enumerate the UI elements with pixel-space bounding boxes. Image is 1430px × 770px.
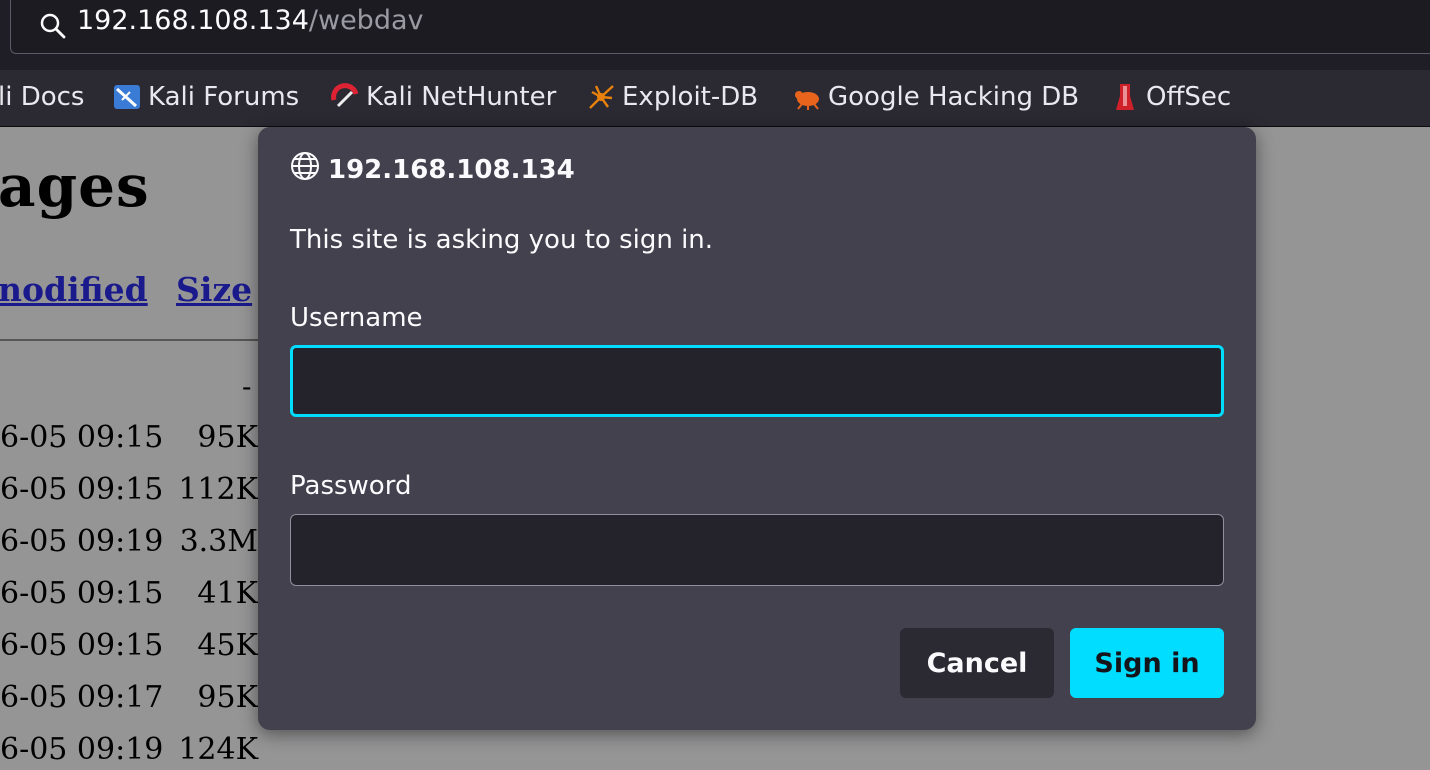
bookmark-kali-forums[interactable]: Kali Forums [112, 79, 299, 115]
bookmark-label: li Docs [0, 82, 85, 112]
bookmark-label: Kali NetHunter [366, 82, 557, 112]
column-size-link[interactable]: Size [176, 270, 252, 309]
url-path: /webdav [308, 5, 424, 36]
offsec-icon [1110, 82, 1140, 112]
kali-nethunter-icon [330, 82, 360, 112]
column-last-modified-link[interactable]: nodified [0, 270, 148, 309]
bookmarks-toolbar: li Docs Kali Forums Kali NetHunter Explo… [0, 70, 1430, 127]
dialog-host: 192.168.108.134 [290, 151, 575, 188]
table-row: 6-05 09:19 124K [0, 732, 258, 767]
row-date: 6-05 09:15 [0, 472, 164, 507]
row-date: 6-05 09:17 [0, 680, 164, 715]
table-row: 6-05 09:15 41K [0, 576, 258, 611]
url-host: 192.168.108.134 [77, 5, 309, 36]
cancel-button[interactable]: Cancel [900, 628, 1054, 698]
row-size: 45K [197, 628, 258, 663]
address-bar[interactable]: 192.168.108.134/webdav [10, 0, 1430, 54]
bookmark-offsec[interactable]: OffSec [1110, 79, 1231, 115]
dialog-message: This site is asking you to sign in. [290, 225, 714, 255]
row-size: 41K [197, 576, 258, 611]
table-row: 6-05 09:15 45K [0, 628, 258, 663]
table-row: 6-05 09:17 95K [0, 680, 258, 715]
page-heading: ages [0, 152, 150, 220]
search-icon [39, 12, 67, 44]
row-date: 6-05 09:15 [0, 420, 164, 455]
username-field[interactable] [290, 345, 1224, 417]
url-text[interactable]: 192.168.108.134/webdav [77, 5, 423, 36]
row-size: 95K [197, 680, 258, 715]
exploit-db-icon [586, 82, 616, 112]
row-date: 6-05 09:15 [0, 628, 164, 663]
parent-dir-size: - [242, 370, 252, 403]
bookmark-kali-docs[interactable]: li Docs [0, 79, 84, 115]
bookmark-kali-nethunter[interactable]: Kali NetHunter [330, 79, 556, 115]
row-date: 6-05 09:19 [0, 524, 164, 559]
dialog-host-text: 192.168.108.134 [328, 154, 575, 185]
bookmark-label: OffSec [1146, 82, 1232, 112]
divider [0, 339, 258, 341]
row-size: 3.3M [179, 524, 258, 559]
password-label: Password [290, 471, 412, 501]
ghdb-icon [792, 82, 822, 112]
username-label: Username [290, 303, 423, 333]
bookmark-label: Kali Forums [148, 82, 300, 112]
bookmark-exploit-db[interactable]: Exploit-DB [586, 79, 758, 115]
table-row: 6-05 09:19 3.3M [0, 524, 258, 559]
row-size: 95K [197, 420, 258, 455]
auth-dialog: 192.168.108.134 This site is asking you … [258, 127, 1256, 730]
table-row: 6-05 09:15 95K [0, 420, 258, 455]
bookmark-label: Exploit-DB [622, 82, 759, 112]
globe-icon [290, 151, 320, 188]
row-date: 6-05 09:19 [0, 732, 164, 767]
row-date: 6-05 09:15 [0, 576, 164, 611]
row-size: 112K [178, 472, 258, 507]
bookmark-google-hacking-db[interactable]: Google Hacking DB [792, 79, 1079, 115]
toolbar: 192.168.108.134/webdav [0, 0, 1430, 70]
table-row: 6-05 09:15 112K [0, 472, 258, 507]
password-field[interactable] [290, 514, 1224, 586]
row-size: 124K [178, 732, 258, 767]
sign-in-button[interactable]: Sign in [1070, 628, 1224, 698]
kali-forums-icon [112, 82, 142, 112]
bookmark-label: Google Hacking DB [828, 82, 1080, 112]
